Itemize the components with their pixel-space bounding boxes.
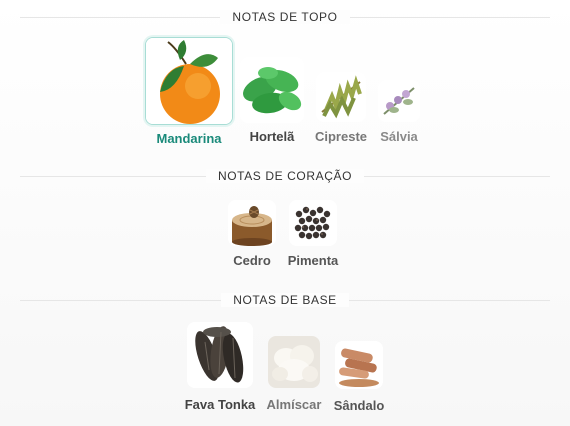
section-title: NOTAS DE CORAÇÃO	[205, 169, 365, 183]
note-label: Sálvia	[380, 129, 418, 144]
section-title: NOTAS DE BASE	[221, 293, 349, 307]
note-label: Mandarina	[156, 131, 222, 146]
musk-icon	[268, 336, 320, 388]
mandarin-icon	[145, 37, 233, 125]
sandalwood-icon	[335, 341, 383, 389]
mint-icon	[240, 57, 304, 123]
section-header-heart-notes: NOTAS DE CORAÇÃO	[0, 166, 570, 186]
section-header-top-notes: NOTAS DE TOPO	[0, 7, 570, 27]
note-label: Sândalo	[333, 398, 385, 413]
pepper-icon	[289, 200, 337, 246]
note-label: Cipreste	[314, 129, 368, 144]
note-label: Almíscar	[266, 397, 322, 412]
cedar-icon	[228, 200, 276, 246]
note-cipreste[interactable]: Cipreste	[313, 72, 369, 144]
note-fava-tonka[interactable]: Fava Tonka	[183, 322, 257, 412]
note-almiscar[interactable]: Almíscar	[265, 336, 323, 412]
note-label: Cedro	[233, 253, 271, 268]
note-salvia[interactable]: Sálvia	[376, 80, 422, 144]
note-label: Pimenta	[287, 253, 339, 268]
section-title: NOTAS DE TOPO	[220, 10, 350, 24]
tonka-bean-icon	[187, 322, 253, 388]
note-pimenta[interactable]: Pimenta	[284, 200, 342, 268]
note-mandarina[interactable]: Mandarina	[145, 37, 233, 146]
note-sandalo[interactable]: Sândalo	[331, 341, 387, 413]
note-label: Hortelã	[249, 129, 295, 144]
note-cedro[interactable]: Cedro	[227, 200, 277, 268]
cypress-icon	[316, 72, 366, 122]
section-header-base-notes: NOTAS DE BASE	[0, 290, 570, 310]
note-label: Fava Tonka	[184, 397, 256, 412]
note-hortela[interactable]: Hortelã	[240, 57, 304, 144]
sage-icon	[378, 80, 420, 122]
